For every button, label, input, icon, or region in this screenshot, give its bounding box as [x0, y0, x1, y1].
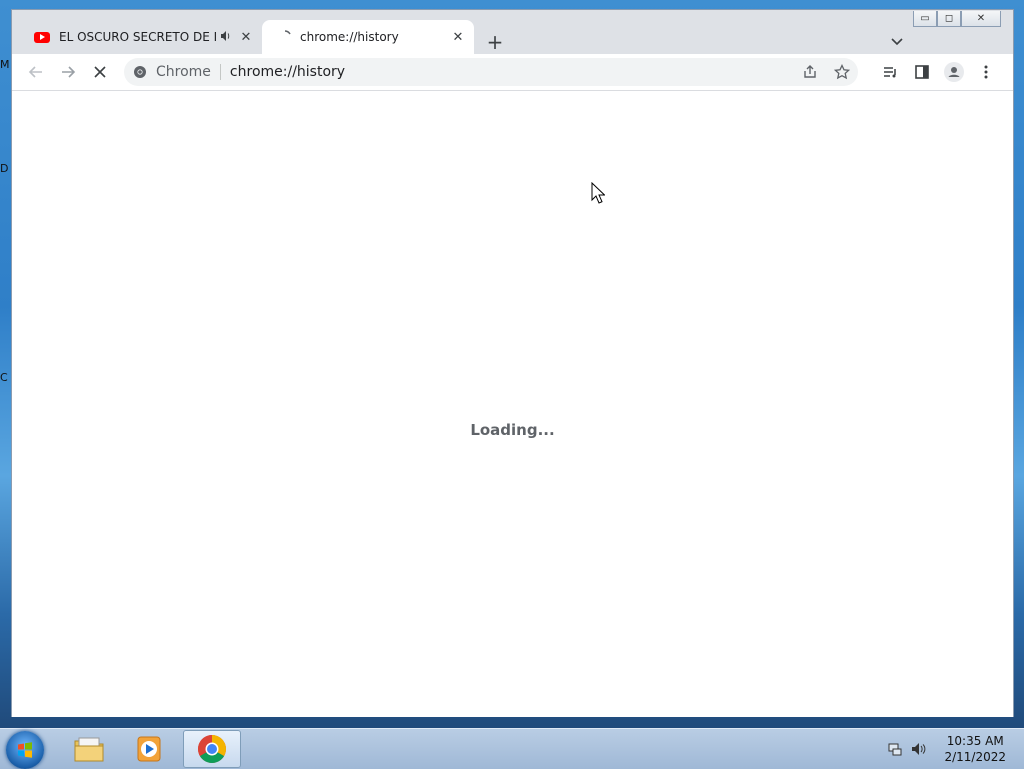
close-tab-icon[interactable]: ✕ [238, 29, 254, 45]
page-content: Loading... [12, 90, 1013, 717]
windows-logo-icon [18, 742, 32, 758]
network-icon[interactable] [886, 740, 904, 758]
reading-list-icon[interactable] [876, 58, 904, 86]
volume-icon[interactable] [910, 740, 928, 758]
taskbar-clock[interactable]: 10:35 AM 2/11/2022 [944, 733, 1006, 765]
media-player-icon [137, 736, 161, 762]
forward-button[interactable] [54, 58, 82, 86]
side-panel-icon[interactable] [908, 58, 936, 86]
clock-time: 10:35 AM [946, 734, 1004, 748]
loading-text: Loading... [470, 421, 555, 439]
tab-youtube[interactable]: EL OSCURO SECRETO DE MI ✕ [26, 20, 262, 54]
start-button[interactable] [6, 731, 44, 769]
bookmark-star-icon[interactable] [826, 58, 858, 86]
more-menu-icon[interactable] [972, 58, 1000, 86]
tab-title: EL OSCURO SECRETO DE MI [59, 30, 216, 44]
loading-spinner-icon [284, 30, 291, 35]
close-tab-icon[interactable]: ✕ [450, 29, 466, 45]
tab-title: chrome://history [300, 30, 399, 44]
tab-search-chevron-icon[interactable] [887, 32, 907, 52]
browser-toolbar: Chrome chrome://history [12, 54, 1013, 90]
taskbar-file-explorer[interactable] [60, 730, 118, 768]
url-text[interactable]: chrome://history [230, 64, 345, 80]
site-chip[interactable]: Chrome [156, 64, 211, 80]
share-icon[interactable] [794, 58, 826, 86]
mouse-cursor-icon [591, 182, 605, 204]
profile-avatar-icon[interactable] [940, 58, 968, 86]
new-tab-button[interactable]: + [484, 30, 506, 54]
file-explorer-icon [74, 737, 104, 762]
youtube-icon [34, 31, 50, 43]
system-tray: 10:35 AM 2/11/2022 [886, 729, 1024, 769]
chrome-icon [198, 735, 226, 763]
chrome-page-icon [134, 66, 146, 78]
taskbar-chrome[interactable] [183, 730, 241, 768]
taskbar: 10:35 AM 2/11/2022 [0, 728, 1024, 769]
stop-loading-button[interactable] [86, 58, 114, 86]
tab-history[interactable]: chrome://history ✕ [262, 20, 474, 54]
omnibox-divider [219, 64, 221, 80]
address-bar[interactable]: Chrome chrome://history [124, 58, 858, 86]
back-button[interactable] [22, 58, 50, 86]
chrome-window: ▭ ◻ ✕ EL OSCURO SECRETO DE MI ✕ chrome:/… [11, 9, 1014, 717]
speaker-icon[interactable] [220, 30, 232, 45]
taskbar-media-player[interactable] [120, 730, 178, 768]
clock-date: 2/11/2022 [944, 750, 1006, 764]
tab-strip: EL OSCURO SECRETO DE MI ✕ chrome://histo… [12, 18, 1013, 54]
